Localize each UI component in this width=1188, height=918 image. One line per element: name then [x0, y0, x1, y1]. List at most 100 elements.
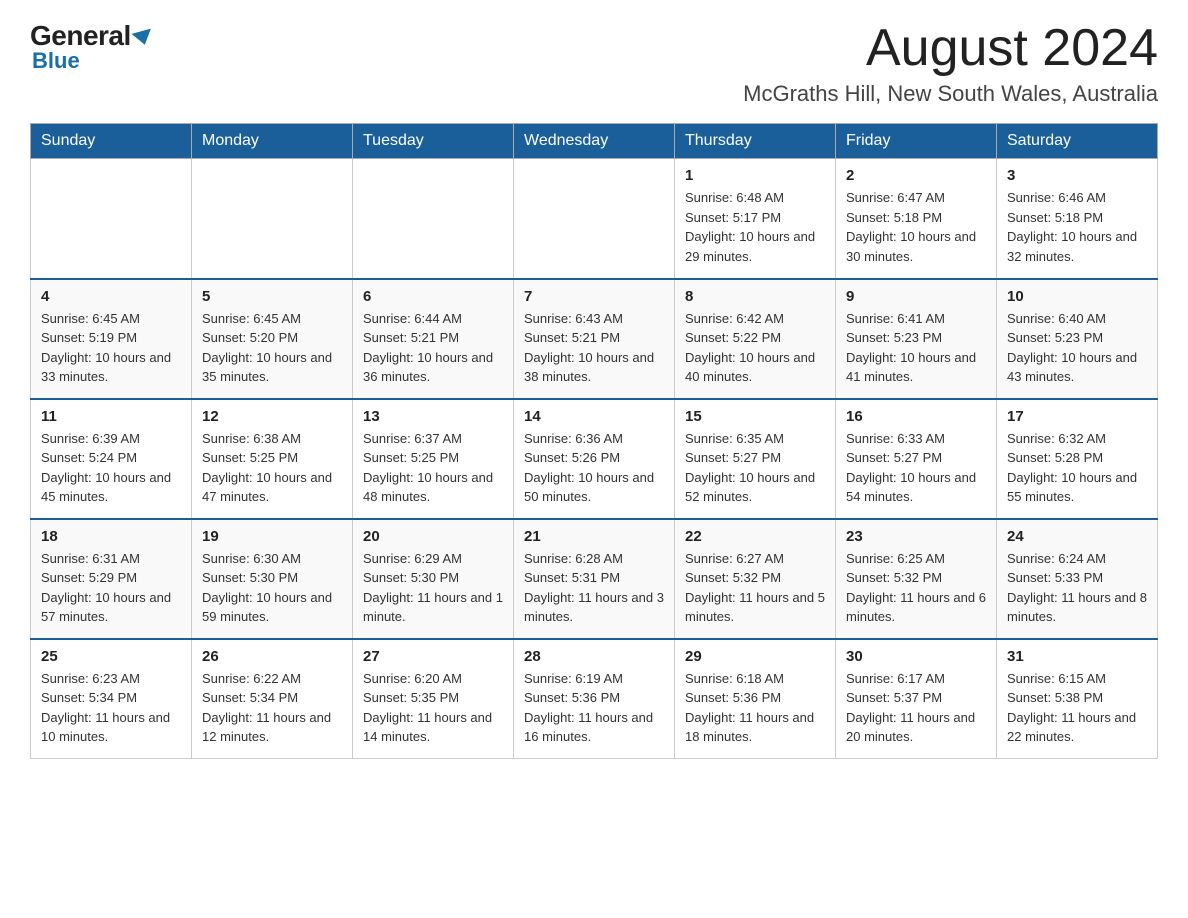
day-number: 21 — [524, 528, 664, 545]
table-row: 15 Sunrise: 6:35 AMSunset: 5:27 PMDayligh… — [675, 399, 836, 519]
day-number: 28 — [524, 648, 664, 665]
day-info: Sunrise: 6:43 AMSunset: 5:21 PMDaylight:… — [524, 309, 664, 387]
location-title: McGraths Hill, New South Wales, Australi… — [743, 81, 1158, 107]
day-info: Sunrise: 6:37 AMSunset: 5:25 PMDaylight:… — [363, 429, 503, 507]
day-info: Sunrise: 6:29 AMSunset: 5:30 PMDaylight:… — [363, 549, 503, 627]
day-info: Sunrise: 6:19 AMSunset: 5:36 PMDaylight:… — [524, 669, 664, 747]
day-number: 30 — [846, 648, 986, 665]
day-info: Sunrise: 6:35 AMSunset: 5:27 PMDaylight:… — [685, 429, 825, 507]
table-row: 11 Sunrise: 6:39 AMSunset: 5:24 PMDayligh… — [31, 399, 192, 519]
day-number: 23 — [846, 528, 986, 545]
day-info: Sunrise: 6:30 AMSunset: 5:30 PMDaylight:… — [202, 549, 342, 627]
day-info: Sunrise: 6:18 AMSunset: 5:36 PMDaylight:… — [685, 669, 825, 747]
table-row — [353, 159, 514, 279]
table-row: 13 Sunrise: 6:37 AMSunset: 5:25 PMDayligh… — [353, 399, 514, 519]
day-number: 15 — [685, 408, 825, 425]
day-number: 20 — [363, 528, 503, 545]
calendar-week-1: 1Sunrise: 6:48 AMSunset: 5:17 PMDaylight… — [31, 159, 1158, 279]
day-info: Sunrise: 6:20 AMSunset: 5:35 PMDaylight:… — [363, 669, 503, 747]
day-info: Sunrise: 6:27 AMSunset: 5:32 PMDaylight:… — [685, 549, 825, 627]
day-number: 2 — [846, 167, 986, 184]
day-info: Sunrise: 6:28 AMSunset: 5:31 PMDaylight:… — [524, 549, 664, 627]
table-row: 9Sunrise: 6:41 AMSunset: 5:23 PMDaylight… — [836, 279, 997, 399]
logo-blue: Blue — [32, 48, 80, 74]
table-row: 21 Sunrise: 6:28 AMSunset: 5:31 PMDayligh… — [514, 519, 675, 639]
col-tuesday: Tuesday — [353, 124, 514, 159]
table-row — [514, 159, 675, 279]
table-row: 10Sunrise: 6:40 AMSunset: 5:23 PMDayligh… — [997, 279, 1158, 399]
day-info: Sunrise: 6:46 AMSunset: 5:18 PMDaylight:… — [1007, 188, 1147, 266]
table-row: 31 Sunrise: 6:15 AMSunset: 5:38 PMDayligh… — [997, 639, 1158, 759]
day-info: Sunrise: 6:32 AMSunset: 5:28 PMDaylight:… — [1007, 429, 1147, 507]
day-number: 3 — [1007, 167, 1147, 184]
day-info: Sunrise: 6:47 AMSunset: 5:18 PMDaylight:… — [846, 188, 986, 266]
table-row: 16Sunrise: 6:33 AMSunset: 5:27 PMDayligh… — [836, 399, 997, 519]
calendar-week-3: 11 Sunrise: 6:39 AMSunset: 5:24 PMDayligh… — [31, 399, 1158, 519]
day-info: Sunrise: 6:25 AMSunset: 5:32 PMDaylight:… — [846, 549, 986, 627]
day-info: Sunrise: 6:15 AMSunset: 5:38 PMDaylight:… — [1007, 669, 1147, 747]
day-number: 12 — [202, 408, 342, 425]
table-row: 27 Sunrise: 6:20 AMSunset: 5:35 PMDayligh… — [353, 639, 514, 759]
day-number: 17 — [1007, 408, 1147, 425]
table-row: 30Sunrise: 6:17 AMSunset: 5:37 PMDayligh… — [836, 639, 997, 759]
calendar-week-5: 25 Sunrise: 6:23 AMSunset: 5:34 PMDayligh… — [31, 639, 1158, 759]
table-row: 18Sunrise: 6:31 AMSunset: 5:29 PMDayligh… — [31, 519, 192, 639]
day-number: 22 — [685, 528, 825, 545]
day-number: 8 — [685, 288, 825, 305]
table-row: 23 Sunrise: 6:25 AMSunset: 5:32 PMDayligh… — [836, 519, 997, 639]
table-row — [192, 159, 353, 279]
title-block: August 2024 McGraths Hill, New South Wal… — [743, 20, 1158, 107]
day-number: 19 — [202, 528, 342, 545]
day-info: Sunrise: 6:22 AMSunset: 5:34 PMDaylight:… — [202, 669, 342, 747]
table-row: 4Sunrise: 6:45 AMSunset: 5:19 PMDaylight… — [31, 279, 192, 399]
day-number: 7 — [524, 288, 664, 305]
day-info: Sunrise: 6:44 AMSunset: 5:21 PMDaylight:… — [363, 309, 503, 387]
table-row: 29 Sunrise: 6:18 AMSunset: 5:36 PMDayligh… — [675, 639, 836, 759]
day-info: Sunrise: 6:36 AMSunset: 5:26 PMDaylight:… — [524, 429, 664, 507]
day-number: 24 — [1007, 528, 1147, 545]
col-saturday: Saturday — [997, 124, 1158, 159]
table-row: 5Sunrise: 6:45 AMSunset: 5:20 PMDaylight… — [192, 279, 353, 399]
table-row: 24 Sunrise: 6:24 AMSunset: 5:33 PMDayligh… — [997, 519, 1158, 639]
day-number: 26 — [202, 648, 342, 665]
table-row: 28 Sunrise: 6:19 AMSunset: 5:36 PMDayligh… — [514, 639, 675, 759]
table-row: 19 Sunrise: 6:30 AMSunset: 5:30 PMDayligh… — [192, 519, 353, 639]
day-number: 27 — [363, 648, 503, 665]
day-number: 29 — [685, 648, 825, 665]
table-row: 2 Sunrise: 6:47 AMSunset: 5:18 PMDaylight… — [836, 159, 997, 279]
table-row: 25 Sunrise: 6:23 AMSunset: 5:34 PMDayligh… — [31, 639, 192, 759]
day-number: 5 — [202, 288, 342, 305]
day-number: 1 — [685, 167, 825, 184]
day-number: 25 — [41, 648, 181, 665]
day-info: Sunrise: 6:38 AMSunset: 5:25 PMDaylight:… — [202, 429, 342, 507]
day-info: Sunrise: 6:41 AMSunset: 5:23 PMDaylight:… — [846, 309, 986, 387]
col-thursday: Thursday — [675, 124, 836, 159]
day-info: Sunrise: 6:40 AMSunset: 5:23 PMDaylight:… — [1007, 309, 1147, 387]
table-row: 22 Sunrise: 6:27 AMSunset: 5:32 PMDayligh… — [675, 519, 836, 639]
table-row: 8Sunrise: 6:42 AMSunset: 5:22 PMDaylight… — [675, 279, 836, 399]
table-row: 20 Sunrise: 6:29 AMSunset: 5:30 PMDayligh… — [353, 519, 514, 639]
col-monday: Monday — [192, 124, 353, 159]
col-sunday: Sunday — [31, 124, 192, 159]
logo-arrow-icon — [131, 28, 154, 47]
table-row: 7 Sunrise: 6:43 AMSunset: 5:21 PMDaylight… — [514, 279, 675, 399]
day-info: Sunrise: 6:24 AMSunset: 5:33 PMDaylight:… — [1007, 549, 1147, 627]
day-number: 16 — [846, 408, 986, 425]
table-row: 3 Sunrise: 6:46 AMSunset: 5:18 PMDaylight… — [997, 159, 1158, 279]
calendar-week-2: 4Sunrise: 6:45 AMSunset: 5:19 PMDaylight… — [31, 279, 1158, 399]
table-row — [31, 159, 192, 279]
day-number: 13 — [363, 408, 503, 425]
col-friday: Friday — [836, 124, 997, 159]
day-number: 11 — [41, 408, 181, 425]
day-number: 14 — [524, 408, 664, 425]
month-title: August 2024 — [743, 20, 1158, 77]
day-number: 18 — [41, 528, 181, 545]
day-number: 31 — [1007, 648, 1147, 665]
table-row: 1Sunrise: 6:48 AMSunset: 5:17 PMDaylight… — [675, 159, 836, 279]
day-info: Sunrise: 6:39 AMSunset: 5:24 PMDaylight:… — [41, 429, 181, 507]
table-row: 17 Sunrise: 6:32 AMSunset: 5:28 PMDayligh… — [997, 399, 1158, 519]
calendar-week-4: 18Sunrise: 6:31 AMSunset: 5:29 PMDayligh… — [31, 519, 1158, 639]
day-info: Sunrise: 6:45 AMSunset: 5:19 PMDaylight:… — [41, 309, 181, 387]
day-info: Sunrise: 6:23 AMSunset: 5:34 PMDaylight:… — [41, 669, 181, 747]
table-row: 14 Sunrise: 6:36 AMSunset: 5:26 PMDayligh… — [514, 399, 675, 519]
